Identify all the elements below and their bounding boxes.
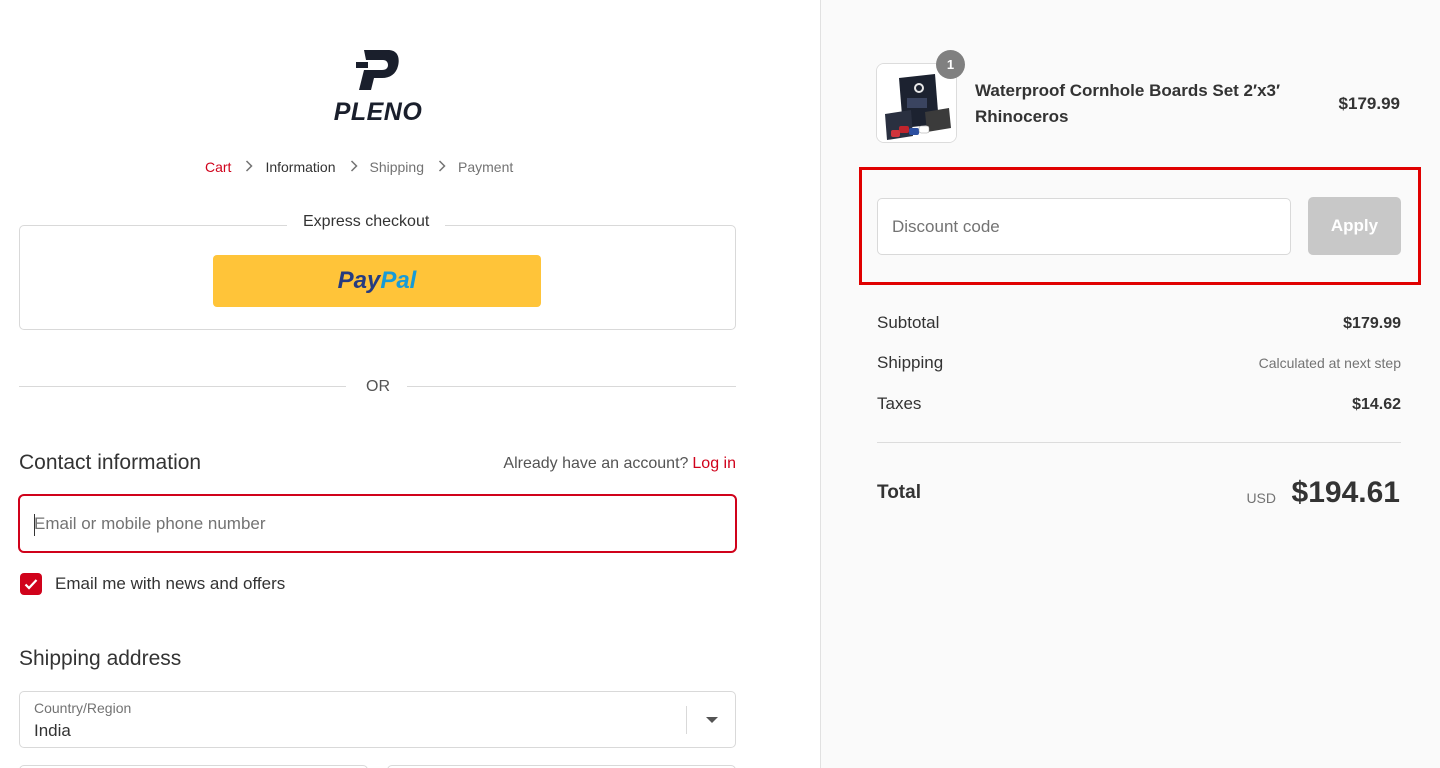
- summary-divider: [877, 442, 1401, 443]
- select-divider: [686, 706, 687, 734]
- breadcrumb-payment: Payment: [458, 159, 514, 175]
- country-select[interactable]: Country/Region India: [19, 691, 736, 748]
- pleno-logo-icon: [356, 50, 399, 90]
- total-currency: USD: [1246, 490, 1276, 506]
- divider-line-left: [19, 386, 346, 387]
- breadcrumb-shipping: Shipping: [369, 159, 425, 175]
- shipping-value: Calculated at next step: [1258, 355, 1401, 371]
- breadcrumb: Cart Information Shipping Payment: [205, 157, 513, 177]
- paypal-logo: PayPal: [337, 267, 417, 294]
- brand-logo[interactable]: PLENO: [330, 48, 426, 128]
- checkout-page: PLENO Cart Information Shipping Payment …: [0, 0, 1440, 768]
- taxes-value: $14.62: [1352, 396, 1401, 413]
- discount-code-input[interactable]: [878, 199, 1290, 254]
- email-input[interactable]: [20, 496, 735, 551]
- chevron-down-icon: [706, 717, 718, 723]
- shipping-row: Shipping Calculated at next step: [877, 353, 1401, 373]
- checkmark-icon: [24, 579, 38, 590]
- newsletter-label[interactable]: Email me with news and offers: [55, 574, 285, 594]
- breadcrumb-information: Information: [265, 159, 336, 175]
- product-name: Waterproof Cornhole Boards Set 2′x3′ Rhi…: [975, 81, 1281, 126]
- checkout-main: PLENO Cart Information Shipping Payment …: [0, 0, 820, 768]
- shipping-address-title: Shipping address: [19, 647, 182, 670]
- quantity-badge: 1: [936, 50, 965, 79]
- contact-information-title: Contact information: [19, 451, 202, 474]
- taxes-row: Taxes $14.62: [877, 394, 1401, 414]
- taxes-label: Taxes: [877, 394, 922, 413]
- newsletter-checkbox[interactable]: [20, 573, 42, 595]
- divider-line-right: [407, 386, 736, 387]
- apply-discount-button[interactable]: Apply: [1308, 197, 1401, 255]
- chevron-right-icon: [350, 159, 358, 175]
- country-label: Country/Region: [34, 700, 132, 716]
- total-amount: $194.61: [1291, 476, 1400, 509]
- paypal-button[interactable]: PayPal: [213, 255, 541, 307]
- order-summary: 1 Waterproof Cornhole Boards Set 2′x3′ R…: [820, 0, 1440, 768]
- total-label: Total: [877, 482, 921, 503]
- text-cursor: [34, 514, 35, 536]
- or-divider-label: OR: [366, 378, 390, 395]
- chevron-right-icon: [438, 159, 446, 175]
- email-field[interactable]: [18, 494, 737, 553]
- discount-code-field[interactable]: [877, 198, 1291, 255]
- breadcrumb-cart[interactable]: Cart: [205, 159, 231, 175]
- subtotal-row: Subtotal $179.99: [877, 313, 1401, 333]
- country-value: India: [34, 721, 71, 740]
- express-checkout-title: Express checkout: [287, 213, 446, 231]
- shipping-label: Shipping: [877, 353, 944, 372]
- account-prompt-text: Already have an account?: [503, 455, 689, 472]
- brand-name: PLENO: [333, 98, 423, 126]
- subtotal-value: $179.99: [1343, 315, 1401, 332]
- subtotal-label: Subtotal: [877, 313, 940, 332]
- chevron-right-icon: [245, 159, 254, 175]
- account-prompt: Already have an account? Log in: [503, 455, 736, 473]
- login-link[interactable]: Log in: [692, 455, 736, 472]
- product-price: $179.99: [1338, 94, 1400, 113]
